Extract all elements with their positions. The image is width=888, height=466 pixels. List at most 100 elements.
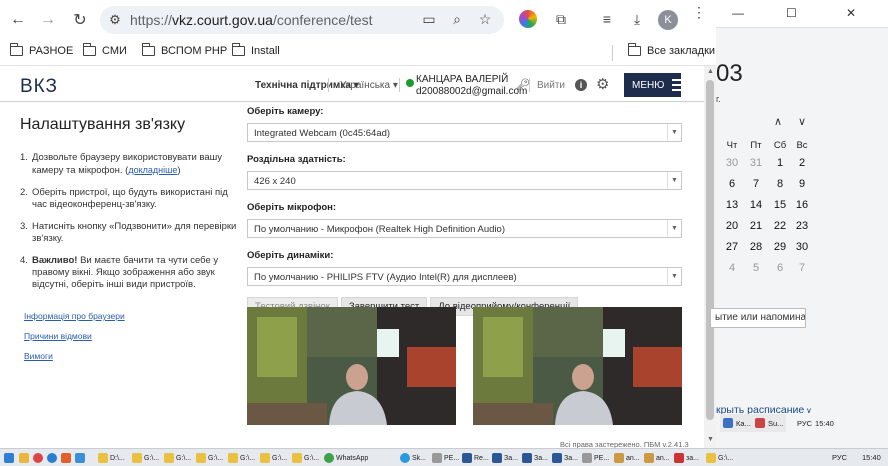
calendar-day[interactable]: 6 <box>770 262 790 274</box>
calendar-day[interactable]: 23 <box>792 220 812 232</box>
language-dropdown[interactable]: Українська ▾ <box>340 80 398 91</box>
calendar-day[interactable]: 16 <box>792 199 812 211</box>
taskbar-window[interactable]: PE... <box>432 451 459 465</box>
back-icon[interactable]: ← <box>6 8 30 32</box>
taskbar-window[interactable]: за... <box>674 451 699 465</box>
key-icon[interactable]: 🔑︎ <box>516 78 530 91</box>
camera-select[interactable]: Integrated Webcam (0c45:64ad) ▼ <box>247 123 682 142</box>
input-language[interactable]: РУС <box>832 453 847 462</box>
calendar-day[interactable]: 5 <box>746 262 766 274</box>
forward-icon[interactable]: → <box>36 8 60 32</box>
media-controls-icon[interactable]: ≡ <box>596 8 618 30</box>
extension-color-icon[interactable] <box>519 10 537 28</box>
bookmark-folder-vspom-php[interactable]: ВСПОМ PHP <box>141 43 227 57</box>
site-settings-icon[interactable]: ⚙ <box>100 12 130 28</box>
calendar-day[interactable]: 13 <box>722 199 742 211</box>
prev-month-icon[interactable]: ∧ <box>774 115 782 128</box>
page-scrollbar[interactable]: ▲ ▼ <box>704 66 716 448</box>
calendar-day[interactable]: 2 <box>792 157 812 169</box>
settings-gear-icon[interactable]: ⚙ <box>596 75 609 93</box>
calendar-day[interactable]: 29 <box>770 241 790 253</box>
taskbar-pinned[interactable] <box>47 451 57 465</box>
whatsapp-icon <box>324 453 334 463</box>
download-icon[interactable]: ⤓ <box>626 8 648 30</box>
calendar-day[interactable]: 9 <box>792 178 812 190</box>
close-icon[interactable]: ✕ <box>846 6 856 20</box>
mini-taskbar-item[interactable]: Su... <box>752 414 787 432</box>
calendar-day[interactable]: 7 <box>792 262 812 274</box>
app-icon <box>755 418 765 428</box>
calendar-day[interactable]: 27 <box>722 241 742 253</box>
taskbar-window[interactable]: За... <box>522 451 548 465</box>
taskbar-clock[interactable]: 15:40 <box>862 453 881 462</box>
bookmark-star-icon[interactable]: ☆ <box>474 8 496 30</box>
scroll-up-icon[interactable]: ▲ <box>707 68 714 75</box>
browser-menu-icon[interactable]: ⋮ <box>692 5 706 19</box>
taskbar-window[interactable]: PE... <box>582 451 609 465</box>
profile-avatar[interactable]: K <box>658 10 678 30</box>
taskbar-window[interactable]: G:\... <box>706 451 733 465</box>
menu-button[interactable]: МЕНЮ <box>624 73 688 97</box>
calendar-day[interactable]: 14 <box>746 199 766 211</box>
scroll-down-icon[interactable]: ▼ <box>707 436 714 443</box>
calendar-day[interactable]: 4 <box>722 262 742 274</box>
calendar-day[interactable]: 7 <box>746 178 766 190</box>
rejection-reasons-link[interactable]: Причини відмови <box>24 331 125 341</box>
taskbar-window[interactable]: Sk... <box>400 451 426 465</box>
webcam-frame-image <box>247 307 456 425</box>
calendar-day[interactable]: 31 <box>746 157 766 169</box>
taskbar-window[interactable]: D:\... <box>98 451 125 465</box>
calendar-day[interactable]: 8 <box>770 178 790 190</box>
mini-taskbar-item[interactable]: Ка... <box>720 414 754 432</box>
more-info-link[interactable]: докладніше <box>128 165 177 175</box>
event-input[interactable]: ытие или напоминан <box>710 308 806 328</box>
taskbar-window[interactable]: G:\... <box>260 451 287 465</box>
next-month-icon[interactable]: ∨ <box>798 115 806 128</box>
taskbar-pinned[interactable] <box>75 451 85 465</box>
taskbar-window[interactable]: WhatsApp <box>324 451 368 465</box>
minimize-icon[interactable]: — <box>732 6 744 20</box>
site-logo[interactable]: ВКЗ <box>20 76 58 98</box>
taskbar-window[interactable]: За... <box>552 451 578 465</box>
bookmark-folder-install[interactable]: Install <box>231 43 280 57</box>
taskbar-window[interactable]: an... <box>644 451 670 465</box>
calendar-day[interactable]: 21 <box>746 220 766 232</box>
taskbar-window[interactable]: G:\... <box>132 451 159 465</box>
taskbar-window[interactable]: G:\... <box>196 451 223 465</box>
calendar-day[interactable]: 6 <box>722 178 742 190</box>
bookmark-folder-raznoe[interactable]: РАЗНОЕ <box>9 43 73 57</box>
camera-indicator-icon[interactable]: ▭ <box>418 8 440 30</box>
resolution-select[interactable]: 426 x 240 ▼ <box>247 171 682 190</box>
maximize-icon[interactable]: ☐ <box>786 6 797 20</box>
calendar-day[interactable]: 1 <box>770 157 790 169</box>
taskbar-window[interactable]: G:\... <box>164 451 191 465</box>
address-bar[interactable]: ⚙ https://vkz.court.gov.ua/conference/te… <box>100 6 504 34</box>
taskbar-window[interactable]: an... <box>614 451 640 465</box>
calendar-day[interactable]: 20 <box>722 220 742 232</box>
scrollbar-thumb[interactable] <box>706 80 714 420</box>
calendar-day[interactable]: 30 <box>722 157 742 169</box>
calendar-day[interactable]: 28 <box>746 241 766 253</box>
browser-info-link[interactable]: Інформація про браузери <box>24 311 125 321</box>
taskbar-window[interactable]: G:\... <box>292 451 319 465</box>
zoom-icon[interactable]: ⌕ <box>446 8 468 30</box>
speakers-select[interactable]: По умолчанию - PHILIPS FTV (Аудио Intel(… <box>247 267 682 286</box>
info-icon[interactable]: i <box>575 79 587 91</box>
reload-icon[interactable]: ↻ <box>68 8 92 32</box>
taskbar-window[interactable]: Re... <box>462 451 489 465</box>
logout-link[interactable]: Вийти <box>537 80 565 91</box>
start-button[interactable] <box>4 451 14 465</box>
bookmark-folder-smi[interactable]: СМИ <box>82 43 127 57</box>
taskbar-window[interactable]: G:\... <box>228 451 255 465</box>
taskbar-pinned[interactable] <box>61 451 71 465</box>
calendar-day[interactable]: 15 <box>770 199 790 211</box>
calendar-day[interactable]: 30 <box>792 241 812 253</box>
taskbar-pinned[interactable] <box>33 451 43 465</box>
extensions-puzzle-icon[interactable]: ⧉ <box>550 8 572 30</box>
taskbar-pinned[interactable] <box>19 451 29 465</box>
taskbar-window[interactable]: За... <box>492 451 518 465</box>
all-bookmarks-button[interactable]: Все закладки <box>627 43 715 57</box>
requirements-link[interactable]: Вимоги <box>24 351 125 361</box>
microphone-select[interactable]: По умолчанию - Микрофон (Realtek High De… <box>247 219 682 238</box>
calendar-day[interactable]: 22 <box>770 220 790 232</box>
